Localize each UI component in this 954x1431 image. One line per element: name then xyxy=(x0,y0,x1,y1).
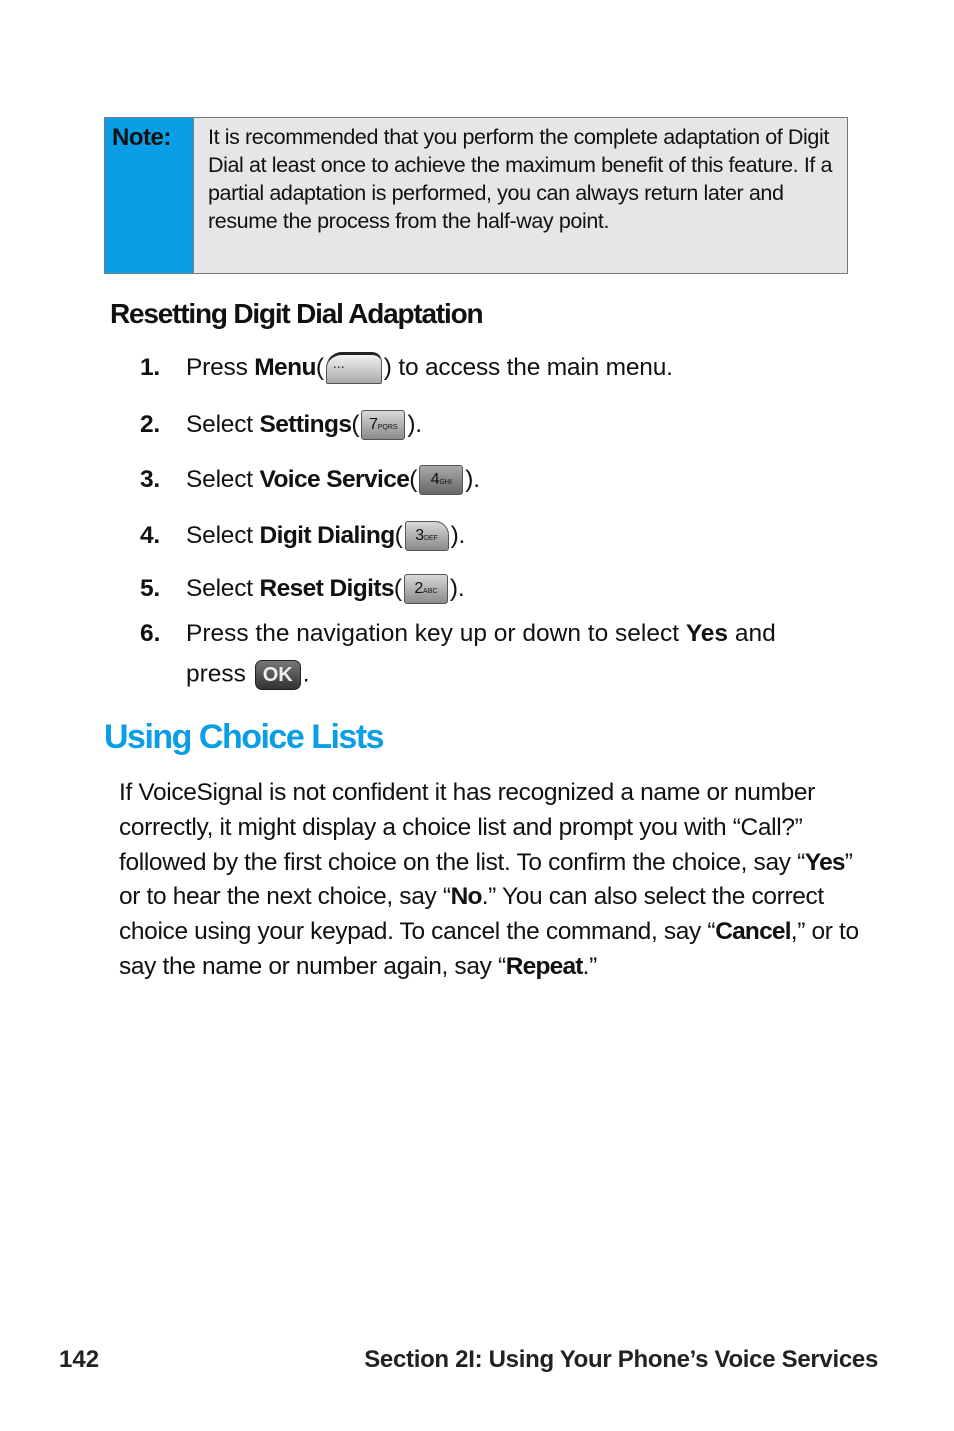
repeat-command: Repeat xyxy=(505,952,584,980)
key-digit: 7 xyxy=(369,416,378,433)
step-number: 5. xyxy=(140,575,161,602)
subheading: Resetting Digit Dial Adaptation xyxy=(110,298,484,329)
menu-term: Menu xyxy=(254,354,316,381)
step-number: 1. xyxy=(140,354,161,381)
key-letters: DEF xyxy=(423,535,438,542)
step-text: Select xyxy=(186,466,253,493)
key-letters: ABC xyxy=(423,588,438,595)
reset-digits-term: Reset Digits xyxy=(259,575,395,602)
paren: ( xyxy=(409,466,418,493)
step-3: 3. Select Voice Service ( 4GHI ). xyxy=(140,465,480,495)
step-2: 2. Select Settings ( 7PQRS ). xyxy=(140,410,422,440)
step-number: 4. xyxy=(140,522,161,549)
step-text: . xyxy=(302,660,310,688)
key-digit: 2 xyxy=(414,580,424,597)
step-1: 1. Press Menu ( ⋯ ) to access the main m… xyxy=(140,352,673,384)
paren: ( xyxy=(351,411,360,438)
page-number: 142 xyxy=(59,1346,100,1373)
step-text: Select xyxy=(186,575,253,602)
yes-term: Yes xyxy=(685,620,729,647)
paren: ( xyxy=(393,575,402,602)
step-text: Press xyxy=(186,354,248,381)
step-text: press xyxy=(186,660,253,688)
settings-term: Settings xyxy=(259,411,352,438)
no-command: No xyxy=(450,883,483,911)
step-text: Press the navigation key up or down to s… xyxy=(186,620,686,647)
note-label: Note: xyxy=(105,118,194,273)
cancel-command: Cancel xyxy=(715,918,791,946)
step-5: 5. Select Reset Digits ( 2ABC ). xyxy=(140,574,465,604)
step-number: 3. xyxy=(140,466,161,493)
voice-service-term: Voice Service xyxy=(259,466,410,493)
key-2-abc-icon: 2ABC xyxy=(403,574,448,604)
step-text: ). xyxy=(449,575,465,602)
step-text: ). xyxy=(450,522,466,549)
key-4-ghi-icon: 4GHI xyxy=(419,465,464,495)
note-box: Note: It is recommended that you perform… xyxy=(104,117,848,274)
step-text: ). xyxy=(465,466,480,493)
digit-dialing-term: Digit Dialing xyxy=(259,522,396,549)
step-text: ). xyxy=(407,411,422,438)
para-text: If VoiceSignal is not confident it has r… xyxy=(119,779,815,876)
step-text: and xyxy=(728,620,776,647)
menu-softkey-icon: ⋯ xyxy=(325,352,382,384)
footer-section-title: Section 2I: Using Your Phone’s Voice Ser… xyxy=(364,1346,878,1373)
yes-command: Yes xyxy=(804,848,846,876)
key-3-def-icon: 3DEF xyxy=(404,521,449,551)
section-heading: Using Choice Lists xyxy=(104,718,385,756)
paren: ( xyxy=(394,522,403,549)
step-4: 4. Select Digit Dialing ( 3DEF ). xyxy=(140,521,465,551)
note-text: It is recommended that you perform the c… xyxy=(208,125,833,233)
step-text: ) to access the main menu. xyxy=(383,354,673,381)
step-text: Select xyxy=(186,522,253,549)
key-letters: GHI xyxy=(439,479,452,486)
section-paragraph: If VoiceSignal is not confident it has r… xyxy=(119,776,869,985)
key-digit: 3 xyxy=(415,527,424,544)
ok-key-icon: OK xyxy=(254,660,301,690)
key-7-pqrs-icon: 7PQRS xyxy=(361,410,406,440)
step-number: 2. xyxy=(140,411,161,438)
step-text: Select xyxy=(186,411,253,438)
key-letters: PQRS xyxy=(377,424,398,431)
step-number: 6. xyxy=(140,620,161,647)
para-text: .” xyxy=(582,952,598,980)
step-6: 6. Press the navigation key up or down t… xyxy=(140,620,860,690)
paren: ( xyxy=(315,354,324,381)
